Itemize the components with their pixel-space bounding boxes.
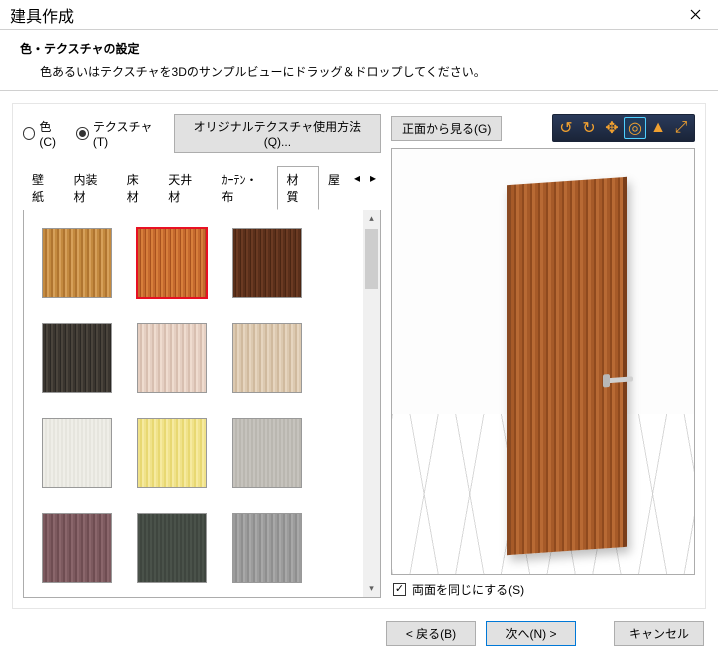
header-subtitle: 色あるいはテクスチャを3Dのサンプルビューにドラッグ＆ドロップしてください。 <box>20 63 698 80</box>
texture-swatch[interactable] <box>42 513 112 583</box>
preview-viewport[interactable] <box>391 148 695 575</box>
radio-texture[interactable]: テクスチャ(T) <box>76 118 169 149</box>
scrollbar[interactable]: ▴ ▾ <box>363 210 380 597</box>
tab-内装材[interactable]: 内装材 <box>65 166 118 210</box>
toolbar-3d: ↺↻✥◎▲⤢ <box>552 114 695 142</box>
tab-材質[interactable]: 材質 <box>277 166 319 210</box>
texture-swatch[interactable] <box>232 228 302 298</box>
tab-prev-button[interactable]: ◂ <box>349 166 365 210</box>
fit-icon[interactable]: ⤢ <box>670 117 692 139</box>
swatch-area: ▴ ▾ <box>23 210 381 598</box>
window-title: 建具作成 <box>10 3 74 27</box>
texture-swatch[interactable] <box>232 513 302 583</box>
tab-天井材[interactable]: 天井材 <box>159 166 212 210</box>
undo-icon[interactable]: ↺ <box>555 117 577 139</box>
tab-ｶｰﾃﾝ・布[interactable]: ｶｰﾃﾝ・布 <box>212 166 277 210</box>
radio-icon <box>76 127 88 140</box>
texture-swatch[interactable] <box>42 418 112 488</box>
titlebar: 建具作成 <box>0 0 718 30</box>
texture-swatch[interactable] <box>42 323 112 393</box>
tab-床材[interactable]: 床材 <box>118 166 160 210</box>
texture-swatch[interactable] <box>137 513 207 583</box>
door-preview <box>507 177 627 555</box>
orbit-icon[interactable]: ◎ <box>624 117 646 139</box>
checkbox-icon: ✓ <box>393 583 406 596</box>
tab-壁紙[interactable]: 壁紙 <box>23 166 65 210</box>
radio-icon <box>23 127 35 140</box>
radio-texture-label: テクスチャ(T) <box>93 118 164 149</box>
front-view-button[interactable]: 正面から見る(G) <box>391 116 502 141</box>
both-sides-checkbox[interactable]: ✓ 両面を同じにする(S) <box>391 575 695 598</box>
radio-color[interactable]: 色(C) <box>23 118 72 149</box>
pan-icon[interactable]: ✥ <box>601 117 623 139</box>
scroll-thumb[interactable] <box>365 229 378 289</box>
texture-swatch[interactable] <box>137 323 207 393</box>
texture-swatch[interactable] <box>232 323 302 393</box>
header-title: 色・テクスチャの設定 <box>20 40 698 57</box>
back-button[interactable]: < 戻る(B) <box>386 621 476 646</box>
header: 色・テクスチャの設定 色あるいはテクスチャを3Dのサンプルビューにドラッグ＆ドロ… <box>0 30 718 91</box>
original-texture-button[interactable]: オリジナルテクスチャ使用方法(Q)... <box>174 114 381 153</box>
look-icon[interactable]: ▲ <box>647 117 669 139</box>
radio-color-label: 色(C) <box>39 118 66 149</box>
texture-swatch[interactable] <box>137 228 207 298</box>
scroll-up-icon[interactable]: ▴ <box>363 210 380 227</box>
close-icon <box>690 9 701 20</box>
texture-swatch[interactable] <box>137 418 207 488</box>
both-sides-label: 両面を同じにする(S) <box>412 581 524 598</box>
tab-next-button[interactable]: ▸ <box>365 166 381 210</box>
scroll-down-icon[interactable]: ▾ <box>363 580 380 597</box>
redo-icon[interactable]: ↻ <box>578 117 600 139</box>
cancel-button[interactable]: キャンセル <box>614 621 704 646</box>
texture-tabs: 壁紙内装材床材天井材ｶｰﾃﾝ・布材質屋◂▸ <box>23 165 381 210</box>
texture-swatch[interactable] <box>42 228 112 298</box>
close-button[interactable] <box>673 0 718 30</box>
door-handle-icon <box>607 376 633 383</box>
texture-swatch[interactable] <box>232 418 302 488</box>
next-button[interactable]: 次へ(N) > <box>486 621 576 646</box>
tab-屋[interactable]: 屋 <box>319 166 349 210</box>
footer: < 戻る(B) 次へ(N) > キャンセル <box>0 621 718 660</box>
